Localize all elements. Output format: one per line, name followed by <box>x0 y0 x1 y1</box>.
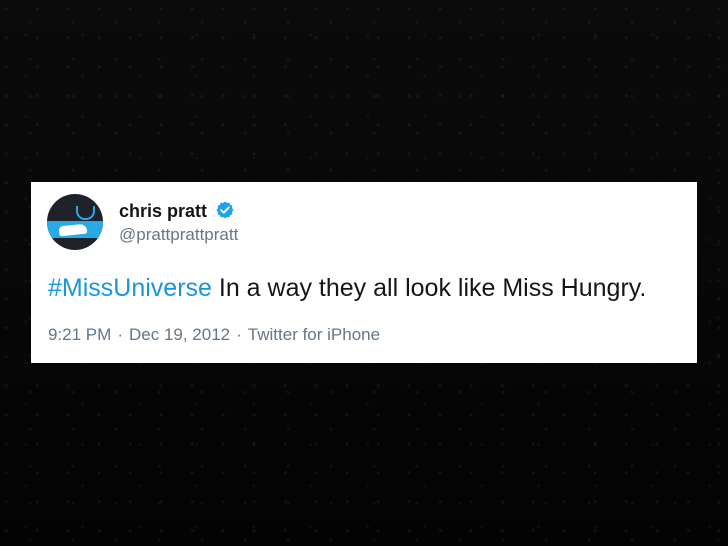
verified-badge-icon <box>216 201 234 219</box>
tweet-source[interactable]: Twitter for iPhone <box>248 325 380 344</box>
user-name[interactable]: chris pratt <box>119 200 207 222</box>
tweet-card: chris pratt @prattprattpratt #MissUniver… <box>31 182 697 363</box>
tweet-meta: 9:21 PM · Dec 19, 2012 · Twitter for iPhone <box>48 324 380 346</box>
avatar[interactable] <box>47 194 103 250</box>
meta-separator: · <box>236 325 242 344</box>
user-handle[interactable]: @prattprattpratt <box>119 224 238 246</box>
tweet-time[interactable]: 9:21 PM <box>48 325 111 344</box>
avatar-bowl-icon <box>76 206 95 220</box>
hashtag-link[interactable]: #MissUniverse <box>48 274 212 302</box>
meta-separator: · <box>117 325 123 344</box>
tweet-body: In a way they all look like Miss Hungry. <box>211 274 647 302</box>
tweet-date[interactable]: Dec 19, 2012 <box>129 325 230 344</box>
tweet-text: #MissUniverse In a way they all look lik… <box>48 272 646 304</box>
